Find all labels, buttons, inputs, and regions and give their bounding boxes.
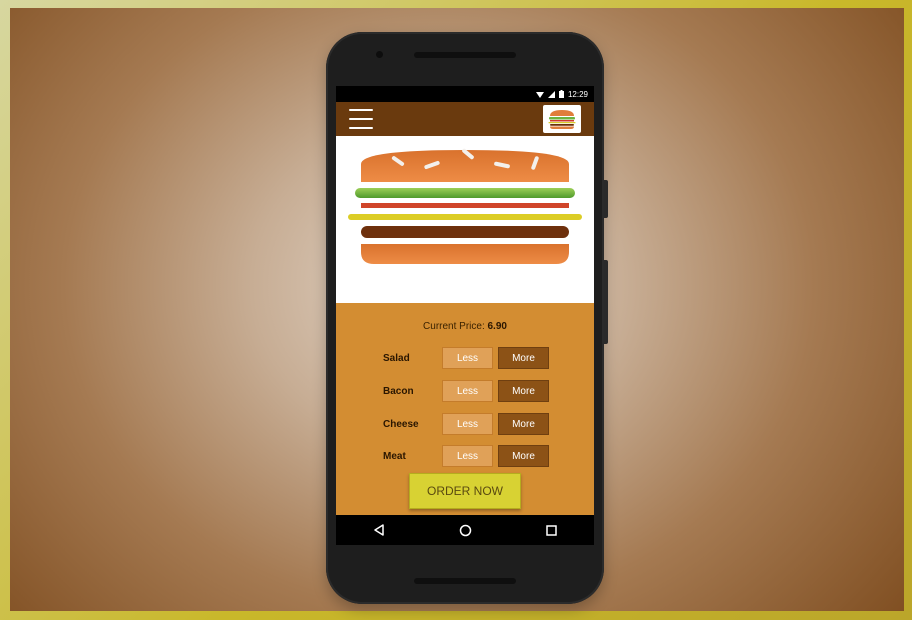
signal-icon	[547, 90, 555, 98]
burger-illustration	[336, 136, 594, 303]
ingredient-row-meat: Meat Less More	[383, 445, 549, 467]
ingredient-row-salad: Salad Less More	[383, 347, 549, 369]
meat-layer	[361, 226, 569, 238]
ingredient-label: Salad	[383, 352, 410, 364]
background-stage: 12:29 Current Price: 6.90 Salad Less Mor…	[10, 8, 904, 611]
android-nav-bar	[336, 515, 594, 545]
status-time: 12:29	[567, 89, 588, 99]
bottom-speaker	[414, 578, 516, 584]
recents-icon[interactable]	[536, 519, 566, 541]
earpiece-speaker	[414, 52, 516, 58]
meat-less-button[interactable]: Less	[442, 445, 493, 467]
cheese-more-button[interactable]: More	[498, 413, 549, 435]
burger-logo-icon	[543, 105, 581, 133]
front-camera	[376, 51, 383, 58]
ingredient-row-bacon: Bacon Less More	[383, 380, 549, 402]
ingredient-label: Cheese	[383, 418, 419, 430]
phone-screen: 12:29 Current Price: 6.90 Salad Less Mor…	[336, 86, 594, 545]
ingredient-label: Meat	[383, 450, 406, 462]
ingredient-label: Bacon	[383, 385, 414, 397]
status-bar: 12:29	[336, 86, 594, 102]
battery-icon	[558, 90, 564, 98]
ingredient-row-cheese: Cheese Less More	[383, 413, 549, 435]
top-bun	[361, 150, 569, 182]
price-value: 6.90	[487, 321, 507, 332]
current-price: Current Price: 6.90	[336, 321, 594, 332]
volume-button	[604, 180, 608, 218]
wifi-icon	[535, 91, 544, 98]
back-icon[interactable]	[364, 519, 394, 541]
app-bar	[336, 102, 594, 136]
meat-more-button[interactable]: More	[498, 445, 549, 467]
lettuce-layer	[355, 188, 575, 198]
salad-less-button[interactable]: Less	[442, 347, 493, 369]
salad-more-button[interactable]: More	[498, 347, 549, 369]
bacon-more-button[interactable]: More	[498, 380, 549, 402]
cheese-layer	[348, 214, 582, 220]
controls-panel: Current Price: 6.90 Salad Less More Baco…	[336, 303, 594, 515]
power-button	[604, 260, 608, 344]
cheese-less-button[interactable]: Less	[442, 413, 493, 435]
bacon-layer	[361, 203, 569, 208]
phone-device: 12:29 Current Price: 6.90 Salad Less Mor…	[326, 32, 608, 604]
bottom-bun	[361, 244, 569, 264]
order-now-button[interactable]: ORDER NOW	[409, 473, 521, 509]
home-icon[interactable]	[450, 519, 480, 541]
price-label: Current Price:	[423, 321, 488, 332]
hamburger-icon[interactable]	[349, 109, 373, 129]
bacon-less-button[interactable]: Less	[442, 380, 493, 402]
